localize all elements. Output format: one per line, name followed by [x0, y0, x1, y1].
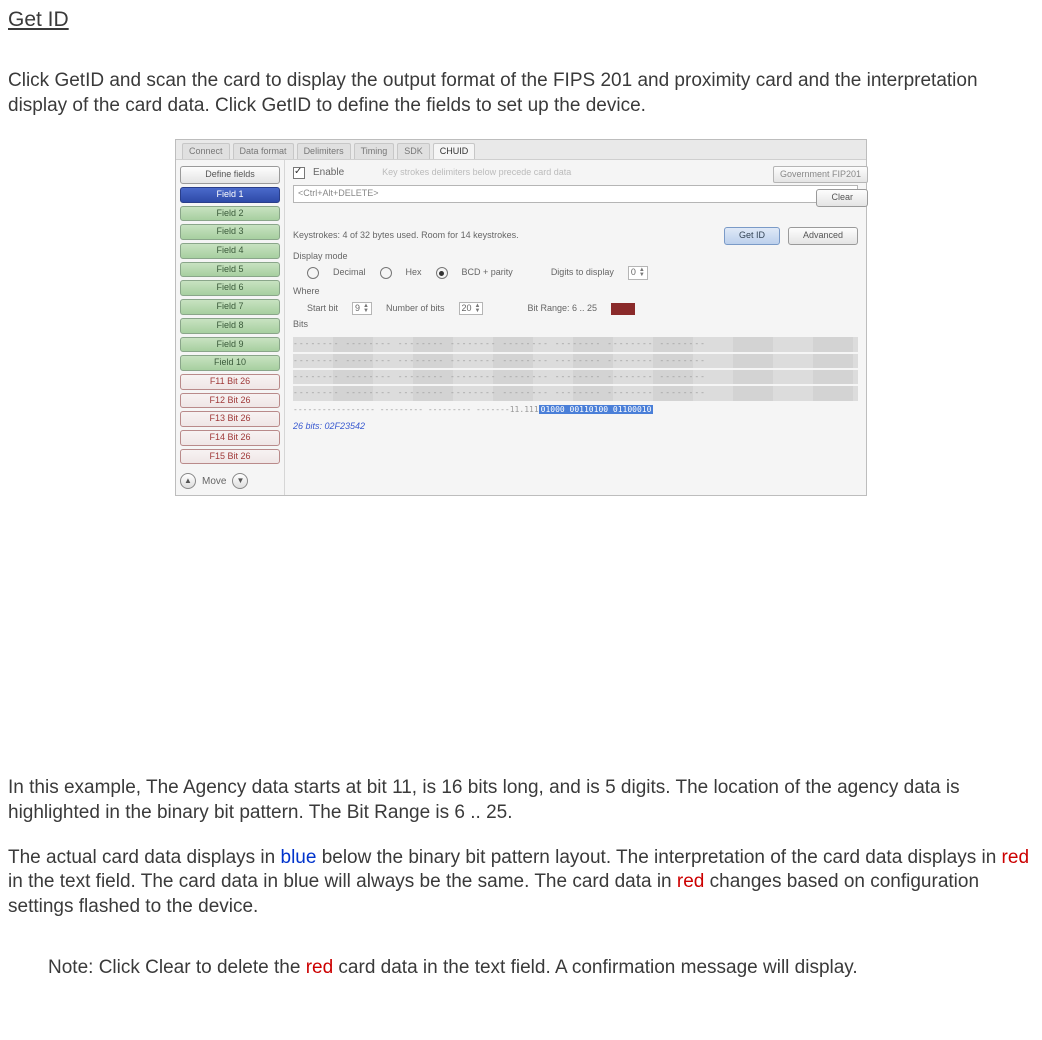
- radio-bcd[interactable]: [436, 267, 448, 279]
- keystroke-info: Keystrokes: 4 of 32 bytes used. Room for…: [293, 230, 716, 242]
- p3-blue: blue: [281, 847, 317, 868]
- startbit-spinner[interactable]: 9▲▼: [352, 302, 372, 316]
- field-8[interactable]: Field 8: [180, 318, 280, 334]
- app-screenshot: Connect Data format Delimiters Timing SD…: [175, 139, 867, 497]
- bits-label: Bits: [293, 319, 858, 331]
- move-up-icon[interactable]: ▲: [180, 473, 196, 489]
- digits-spinner[interactable]: 0▲▼: [628, 266, 648, 280]
- field-1[interactable]: Field 1: [180, 187, 280, 203]
- keystroke-hint: Key strokes delimiters below precede car…: [382, 167, 571, 179]
- field-9[interactable]: Field 9: [180, 337, 280, 353]
- advanced-button[interactable]: Advanced: [788, 227, 858, 245]
- enable-label: Enable: [313, 166, 344, 179]
- bit-data-highlight: 01000 00110100 01100010: [539, 405, 654, 414]
- explanation-paragraph: The actual card data displays in blue be…: [8, 846, 1034, 920]
- display-mode-label: Display mode: [293, 251, 858, 263]
- p3-red2: red: [677, 871, 704, 892]
- radio-bcd-label: BCD + parity: [462, 267, 513, 279]
- field-3[interactable]: Field 3: [180, 224, 280, 240]
- p3-red1: red: [1002, 847, 1029, 868]
- enable-checkbox[interactable]: [293, 167, 305, 179]
- field-15[interactable]: F15 Bit 26: [180, 449, 280, 465]
- field-13[interactable]: F13 Bit 26: [180, 411, 280, 427]
- tab-data-format[interactable]: Data format: [233, 143, 294, 160]
- field-6[interactable]: Field 6: [180, 280, 280, 296]
- define-fields-button[interactable]: Define fields: [180, 166, 280, 184]
- move-down-icon[interactable]: ▼: [232, 473, 248, 489]
- radio-decimal-label: Decimal: [333, 267, 366, 279]
- note-paragraph: Note: Click Clear to delete the red card…: [8, 956, 1034, 981]
- example-paragraph: In this example, The Agency data starts …: [8, 776, 1034, 825]
- clear-button[interactable]: Clear: [816, 189, 868, 207]
- range-flag-icon: [611, 303, 635, 315]
- field-14[interactable]: F14 Bit 26: [180, 430, 280, 446]
- tab-sdk[interactable]: SDK: [397, 143, 430, 160]
- intro-paragraph: Click GetID and scan the card to display…: [8, 69, 1034, 118]
- radio-hex[interactable]: [380, 267, 392, 279]
- get-id-button[interactable]: Get ID: [724, 227, 780, 245]
- bit-grid: -------- -------- -------- -------- ----…: [293, 337, 858, 417]
- field-10[interactable]: Field 10: [180, 355, 280, 371]
- tab-chuid[interactable]: CHUID: [433, 143, 476, 160]
- tab-delimiters[interactable]: Delimiters: [297, 143, 351, 160]
- bit-data-plain: ----------------- --------- --------- --…: [293, 405, 539, 414]
- field-12[interactable]: F12 Bit 26: [180, 393, 280, 409]
- field-5[interactable]: Field 5: [180, 262, 280, 278]
- startbit-label: Start bit: [307, 303, 338, 315]
- note-b: card data in the text field. A confirmat…: [333, 957, 858, 978]
- card-type-tab[interactable]: Government FIP201: [773, 166, 868, 184]
- numbits-label: Number of bits: [386, 303, 445, 315]
- tab-strip: Connect Data format Delimiters Timing SD…: [176, 140, 866, 161]
- field-11[interactable]: F11 Bit 26: [180, 374, 280, 390]
- note-a: Note: Click Clear to delete the: [48, 957, 306, 978]
- section-heading: Get ID: [8, 6, 1034, 33]
- field-list: Define fields Field 1 Field 2 Field 3 Fi…: [176, 160, 285, 495]
- bitrange-label: Bit Range: 6 .. 25: [527, 303, 597, 315]
- bits-footnote: 26 bits: 02F23542: [293, 421, 858, 433]
- note-red: red: [306, 957, 333, 978]
- where-label: Where: [293, 286, 858, 298]
- p3-a: The actual card data displays in: [8, 847, 281, 868]
- move-label: Move: [202, 475, 226, 488]
- field-2[interactable]: Field 2: [180, 206, 280, 222]
- field-4[interactable]: Field 4: [180, 243, 280, 259]
- numbits-spinner[interactable]: 20▲▼: [459, 302, 484, 316]
- field-7[interactable]: Field 7: [180, 299, 280, 315]
- tab-timing[interactable]: Timing: [354, 143, 395, 160]
- p3-b: below the binary bit pattern layout. The…: [316, 847, 1001, 868]
- radio-hex-label: Hex: [406, 267, 422, 279]
- tab-connect[interactable]: Connect: [182, 143, 230, 160]
- radio-decimal[interactable]: [307, 267, 319, 279]
- p3-c: in the text field. The card data in blue…: [8, 871, 677, 892]
- digits-label: Digits to display: [551, 267, 614, 279]
